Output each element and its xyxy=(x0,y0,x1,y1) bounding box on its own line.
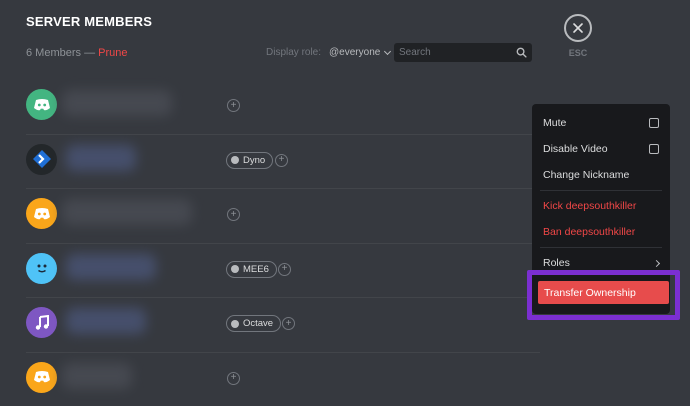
avatar xyxy=(26,361,57,393)
menu-item-disable-video[interactable]: Disable Video xyxy=(532,136,670,162)
display-role-filter: Display role: @everyone xyxy=(266,47,392,58)
member-list: + Dyno + + MEE6 + Octave + + xyxy=(26,80,540,406)
dyno-logo-icon xyxy=(32,150,51,168)
role-tag[interactable]: Octave xyxy=(226,315,282,332)
member-row[interactable]: Dyno + xyxy=(26,135,540,189)
display-role-label: Display role: xyxy=(266,47,322,58)
avatar xyxy=(26,252,57,284)
menu-separator xyxy=(540,190,662,191)
member-name-redacted xyxy=(66,253,156,280)
discord-logo-icon xyxy=(33,207,50,219)
display-role-dropdown[interactable]: @everyone xyxy=(329,47,392,58)
transfer-ownership-button[interactable]: Transfer Ownership xyxy=(538,281,669,304)
esc-label: ESC xyxy=(568,48,588,58)
close-icon xyxy=(573,23,583,33)
menu-separator xyxy=(540,247,662,248)
avatar xyxy=(26,307,57,338)
role-tag[interactable]: Dyno xyxy=(226,151,274,169)
menu-item-mute[interactable]: Mute xyxy=(532,110,670,136)
close-button[interactable] xyxy=(564,14,592,42)
role-tag-label: Dyno xyxy=(243,154,266,166)
search-box[interactable] xyxy=(394,43,532,62)
menu-item-change-nickname[interactable]: Change Nickname xyxy=(532,162,670,188)
discord-logo-icon xyxy=(33,371,50,383)
page-title: SERVER MEMBERS xyxy=(26,14,153,29)
member-row[interactable]: + xyxy=(26,353,540,406)
discord-logo-icon xyxy=(33,98,50,110)
member-count: 6 Members — Prune xyxy=(26,47,128,59)
member-name-redacted xyxy=(66,144,136,171)
role-tag[interactable]: MEE6 xyxy=(226,260,277,278)
mute-checkbox[interactable] xyxy=(649,118,659,128)
menu-item-label: Mute xyxy=(543,117,567,129)
member-name-redacted xyxy=(66,308,146,334)
add-role-button[interactable]: + xyxy=(227,99,240,112)
avatar xyxy=(26,198,57,229)
add-role-button[interactable]: + xyxy=(227,371,240,385)
role-tag-label: Octave xyxy=(243,318,274,329)
add-role-button[interactable]: + xyxy=(275,153,288,167)
member-row[interactable]: + xyxy=(26,80,540,135)
disable-video-checkbox[interactable] xyxy=(649,144,659,154)
menu-item-label: Kick deepsouthkiller xyxy=(543,200,637,212)
member-row[interactable]: Octave + xyxy=(26,298,540,353)
menu-item-label: Disable Video xyxy=(543,143,608,155)
member-name-redacted xyxy=(62,90,172,116)
role-color-dot xyxy=(231,156,239,164)
menu-item-label: Ban deepsouthkiller xyxy=(543,226,636,238)
search-icon xyxy=(516,47,527,58)
menu-item-kick[interactable]: Kick deepsouthkiller xyxy=(532,193,670,219)
avatar xyxy=(26,143,57,175)
role-color-dot xyxy=(231,265,239,273)
member-row[interactable]: MEE6 + xyxy=(26,244,540,298)
search-input[interactable] xyxy=(399,47,511,58)
add-role-button[interactable]: + xyxy=(278,262,291,276)
member-name-redacted xyxy=(62,199,192,225)
role-color-dot xyxy=(231,319,239,328)
member-count-text: 6 Members xyxy=(26,47,82,59)
transfer-ownership-label: Transfer Ownership xyxy=(544,286,636,299)
role-tag-label: MEE6 xyxy=(243,263,269,275)
add-role-button[interactable]: + xyxy=(227,208,240,221)
mee6-face-icon xyxy=(37,264,46,273)
chevron-right-icon xyxy=(652,259,661,267)
menu-item-label: Change Nickname xyxy=(543,169,630,181)
display-role-value: @everyone xyxy=(329,47,381,58)
member-row[interactable]: + xyxy=(26,189,540,244)
menu-item-ban[interactable]: Ban deepsouthkiller xyxy=(532,219,670,245)
add-role-button[interactable]: + xyxy=(282,317,295,330)
prune-link[interactable]: Prune xyxy=(98,47,127,59)
music-note-icon xyxy=(35,314,49,330)
member-count-dash: — xyxy=(81,47,99,59)
avatar xyxy=(26,89,57,120)
menu-item-label: Roles xyxy=(543,257,570,269)
member-name-redacted xyxy=(62,362,132,389)
chevron-down-icon xyxy=(384,47,392,55)
